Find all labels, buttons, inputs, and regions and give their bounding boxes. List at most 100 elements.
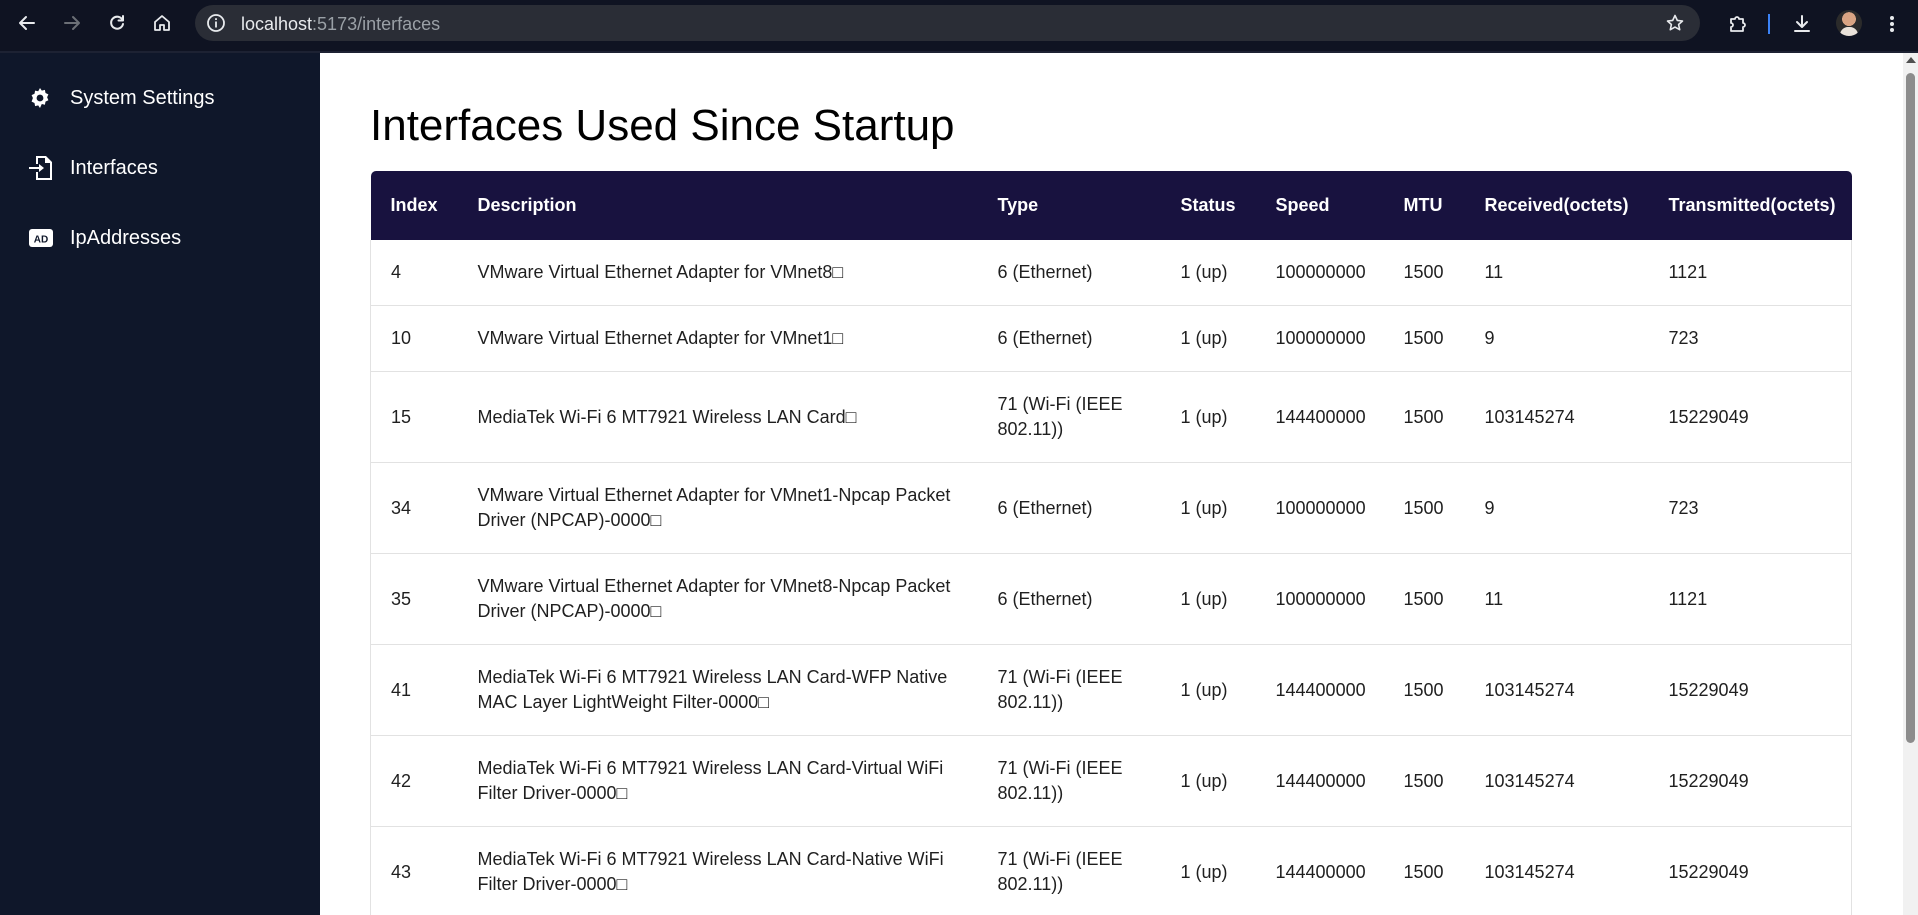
- cell-status: 1 (up): [1160, 644, 1256, 736]
- cell-transmitted: 15229049: [1648, 371, 1852, 463]
- page-title: Interfaces Used Since Startup: [370, 101, 955, 150]
- extensions-button[interactable]: [1724, 10, 1752, 38]
- sidebar-item-system-settings[interactable]: System Settings: [24, 78, 304, 118]
- cell-type: 71 (Wi-Fi (IEEE 802.11)): [977, 644, 1161, 736]
- scroll-up-arrow-icon[interactable]: [1906, 57, 1916, 63]
- cell-description: VMware Virtual Ethernet Adapter for VMne…: [457, 240, 978, 306]
- toolbar-separator: [1768, 14, 1770, 34]
- cell-type: 71 (Wi-Fi (IEEE 802.11)): [977, 371, 1161, 463]
- cell-status: 1 (up): [1160, 553, 1256, 645]
- forward-arrow-icon: [64, 16, 80, 30]
- cell-speed: 100000000: [1255, 553, 1384, 645]
- cell-description: MediaTek Wi-Fi 6 MT7921 Wireless LAN Car…: [457, 371, 978, 463]
- cell-speed: 144400000: [1255, 371, 1384, 463]
- browser-toolbar: localhost:5173/interfaces: [0, 0, 1918, 53]
- cell-index: 15: [370, 371, 458, 463]
- download-icon: [1794, 15, 1810, 32]
- cell-status: 1 (up): [1160, 240, 1256, 306]
- table-row: 41 MediaTek Wi-Fi 6 MT7921 Wireless LAN …: [370, 644, 1852, 736]
- cell-received: 103145274: [1464, 371, 1649, 463]
- column-header-type: Type: [997, 195, 1039, 215]
- cell-description: VMware Virtual Ethernet Adapter for VMne…: [457, 553, 978, 645]
- table-header-row: Index Description Type Status Speed MTU …: [370, 171, 1852, 240]
- sidebar-item-ipaddresses[interactable]: AD IpAddresses: [24, 218, 304, 258]
- sidebar-item-label: System Settings: [70, 86, 215, 109]
- cell-status: 1 (up): [1160, 371, 1256, 463]
- bookmark-star-icon[interactable]: [1664, 12, 1686, 34]
- page-scrollbar[interactable]: [1903, 53, 1918, 915]
- cell-status: 1 (up): [1160, 462, 1256, 554]
- forward-button[interactable]: [59, 10, 85, 36]
- cell-status: 1 (up): [1160, 826, 1256, 915]
- home-icon: [154, 15, 170, 31]
- cell-transmitted: 15229049: [1648, 826, 1852, 915]
- cell-speed: 144400000: [1255, 735, 1384, 827]
- cell-mtu: 1500: [1383, 462, 1465, 554]
- table-row: 35 VMware Virtual Ethernet Adapter for V…: [370, 553, 1852, 645]
- table-row: 42 MediaTek Wi-Fi 6 MT7921 Wireless LAN …: [370, 735, 1852, 827]
- url-text: localhost:5173/interfaces: [241, 14, 440, 35]
- table-row: 15 MediaTek Wi-Fi 6 MT7921 Wireless LAN …: [370, 371, 1852, 463]
- sidebar-item-label: Interfaces: [70, 156, 158, 179]
- cell-received: 11: [1464, 240, 1649, 306]
- cell-received: 103145274: [1464, 735, 1649, 827]
- cell-speed: 144400000: [1255, 826, 1384, 915]
- cell-description: VMware Virtual Ethernet Adapter for VMne…: [457, 305, 978, 372]
- cell-type: 71 (Wi-Fi (IEEE 802.11)): [977, 735, 1161, 827]
- cell-type: 6 (Ethernet): [977, 462, 1161, 554]
- main-content: Interfaces Used Since Startup Index Desc…: [320, 53, 1898, 915]
- cell-mtu: 1500: [1383, 305, 1465, 372]
- cell-speed: 100000000: [1255, 462, 1384, 554]
- reload-icon: [110, 15, 124, 30]
- cell-received: 11: [1464, 553, 1649, 645]
- cell-index: 34: [370, 462, 458, 554]
- puzzle-icon: [1730, 16, 1746, 32]
- cell-speed: 100000000: [1255, 305, 1384, 372]
- file-import-icon: [24, 150, 64, 186]
- cell-description: MediaTek Wi-Fi 6 MT7921 Wireless LAN Car…: [457, 644, 978, 736]
- site-info-icon[interactable]: [205, 12, 227, 34]
- cell-type: 6 (Ethernet): [977, 305, 1161, 372]
- sidebar-item-label: IpAddresses: [70, 226, 182, 249]
- cell-status: 1 (up): [1160, 305, 1256, 372]
- cell-transmitted: 15229049: [1648, 735, 1852, 827]
- cell-transmitted: 723: [1648, 305, 1852, 372]
- cell-speed: 144400000: [1255, 644, 1384, 736]
- downloads-button[interactable]: [1788, 10, 1816, 38]
- sidebar-item-interfaces[interactable]: Interfaces: [24, 148, 304, 188]
- cell-type: 71 (Wi-Fi (IEEE 802.11)): [977, 826, 1161, 915]
- cell-mtu: 1500: [1383, 371, 1465, 463]
- table-row: 10 VMware Virtual Ethernet Adapter for V…: [370, 305, 1852, 372]
- cell-transmitted: 1121: [1648, 240, 1852, 306]
- ad-badge-icon: AD: [24, 220, 64, 256]
- cell-index: 35: [370, 553, 458, 645]
- url-host: localhost: [241, 14, 313, 34]
- cell-type: 6 (Ethernet): [977, 240, 1161, 306]
- cell-mtu: 1500: [1383, 644, 1465, 736]
- cell-received: 103145274: [1464, 644, 1649, 736]
- cell-index: 4: [370, 240, 458, 306]
- cell-transmitted: 15229049: [1648, 644, 1852, 736]
- reload-button[interactable]: [104, 10, 130, 36]
- scrollbar-thumb[interactable]: [1906, 73, 1915, 743]
- profile-avatar[interactable]: [1836, 10, 1862, 36]
- back-arrow-icon: [19, 16, 35, 30]
- column-header-speed: Speed: [1275, 195, 1330, 215]
- cell-received: 9: [1464, 462, 1649, 554]
- address-bar[interactable]: localhost:5173/interfaces: [195, 5, 1700, 41]
- sidebar: System Settings Interfaces AD IpAddresse…: [0, 53, 320, 915]
- cell-description: MediaTek Wi-Fi 6 MT7921 Wireless LAN Car…: [457, 826, 978, 915]
- back-button[interactable]: [14, 10, 40, 36]
- table-row: 34 VMware Virtual Ethernet Adapter for V…: [370, 462, 1852, 554]
- cell-received: 9: [1464, 305, 1649, 372]
- cell-description: MediaTek Wi-Fi 6 MT7921 Wireless LAN Car…: [457, 735, 978, 827]
- home-button[interactable]: [149, 10, 175, 36]
- menu-button[interactable]: [1878, 10, 1906, 38]
- cell-mtu: 1500: [1383, 826, 1465, 915]
- column-header-status: Status: [1180, 195, 1236, 215]
- table-row: 43 MediaTek Wi-Fi 6 MT7921 Wireless LAN …: [370, 826, 1852, 915]
- column-header-description: Description: [477, 195, 577, 215]
- cell-transmitted: 723: [1648, 462, 1852, 554]
- gear-icon: [24, 80, 64, 116]
- cell-status: 1 (up): [1160, 735, 1256, 827]
